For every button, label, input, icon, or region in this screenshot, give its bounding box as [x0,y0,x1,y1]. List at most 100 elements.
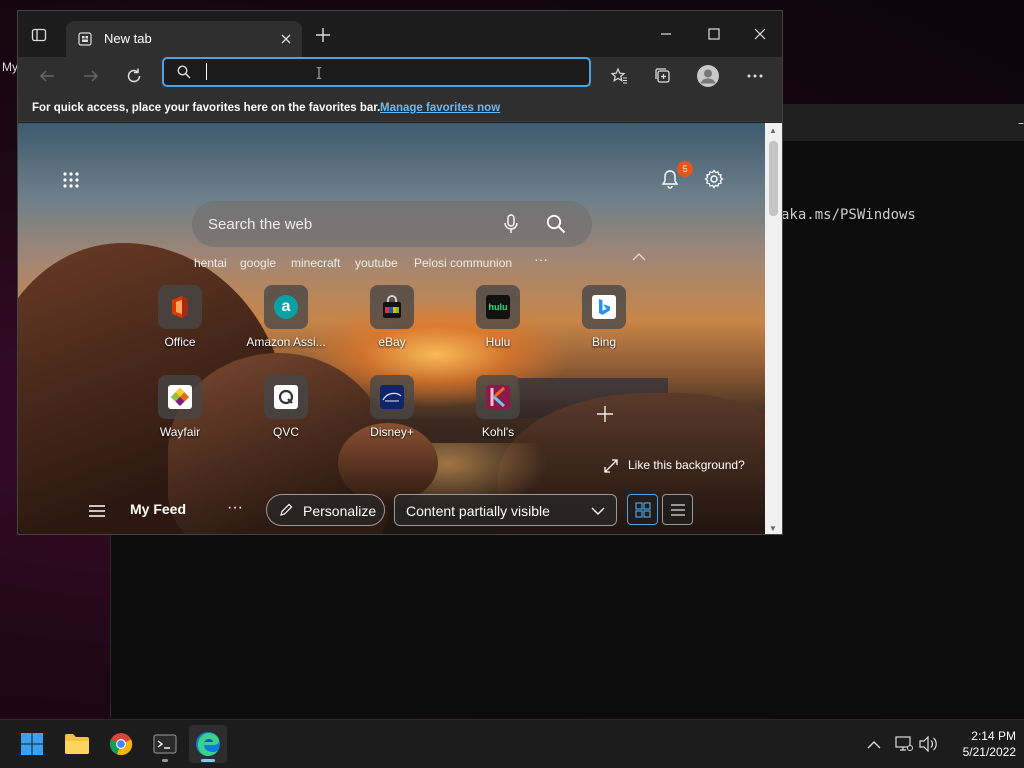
quick-link-kohls[interactable]: Kohl's [448,375,548,455]
expand-arrows-icon [604,459,618,473]
address-bar[interactable] [162,57,591,87]
web-search-box[interactable]: Search the web [192,201,592,247]
tile-label: QVC [272,425,299,439]
microphone-icon[interactable] [500,213,522,235]
app-launcher-icon[interactable] [60,169,82,191]
disney-plus-logo-icon [380,385,404,409]
refresh-icon[interactable] [121,63,147,89]
volume-icon[interactable] [919,735,937,753]
clock-date: 5/21/2022 [962,745,1016,759]
collections-icon[interactable] [650,63,676,89]
forward-icon[interactable] [78,63,104,89]
pencil-icon [279,503,293,517]
quick-link-bing[interactable]: Bing [554,285,654,365]
wayfair-logo-icon [168,385,192,409]
ebay-bag-icon [380,295,404,319]
like-background-text: Like this background? [628,458,745,472]
desktop-label[interactable]: My [2,60,18,74]
quick-link-ebay[interactable]: eBay [342,285,442,365]
network-icon[interactable] [895,735,913,753]
tab-title: New tab [104,31,152,46]
maximize-icon[interactable] [694,19,734,49]
quick-link-office[interactable]: Office [130,285,230,365]
tab-new-tab[interactable]: New tab [66,21,302,57]
feed-bar: My Feed ··· Personalize Content partiall… [18,491,765,534]
favorites-star-icon[interactable] [606,63,632,89]
grid-layout-icon[interactable] [627,494,658,525]
navigation-bar [18,57,782,95]
browser-window[interactable]: New tab For quick access, place your fav… [17,10,783,535]
trending-more-button[interactable]: ··· [534,251,548,267]
tile-label: Wayfair [159,425,201,439]
quick-link-disney-plus[interactable]: Disney+ [342,375,442,455]
new-tab-page-icon [76,30,94,48]
office-logo-icon [168,295,192,319]
personalize-label: Personalize [303,503,377,519]
list-layout-icon[interactable] [662,494,693,525]
trending-search-link[interactable]: hentai [194,256,227,270]
search-icon[interactable] [544,212,568,236]
personalize-button[interactable]: Personalize [266,494,385,526]
quick-link-amazon-assistant[interactable]: a Amazon Assi... [236,285,336,365]
chevron-down-icon [591,504,605,518]
bing-logo-icon [592,295,616,319]
my-feed-tab[interactable]: My Feed [130,501,186,517]
trending-search-link[interactable]: Pelosi communion [414,256,512,270]
tab-close-icon[interactable] [276,29,296,49]
scroll-down-arrow-icon[interactable]: ▼ [769,524,777,533]
tab-actions-icon[interactable] [28,24,50,46]
quick-link-qvc[interactable]: QVC [236,375,336,455]
back-icon[interactable] [34,63,60,89]
terminal-tab-edge[interactable]: – [1018,116,1024,130]
tile-label: Kohl's [481,425,515,439]
new-tab-button[interactable] [312,24,334,46]
page-settings-gear-icon[interactable] [702,167,726,191]
quick-link-wayfair[interactable]: Wayfair [130,375,230,455]
quick-link-hulu[interactable]: hulu Hulu [448,285,548,365]
new-tab-page: 5 Search the web hentai google minecraft… [18,123,765,534]
content-visibility-dropdown[interactable]: Content partially visible [394,494,617,526]
hulu-logo-icon: hulu [486,295,510,319]
taskbar: 2:14 PM 5/21/2022 [0,719,1024,768]
tile-label: Amazon Assi... [246,335,326,349]
trending-search-link[interactable]: youtube [355,256,398,270]
scrollbar-thumb[interactable] [769,141,778,216]
trending-search-link[interactable]: minecraft [291,256,340,270]
tile-label: Hulu [485,335,511,349]
search-icon [176,64,192,80]
scroll-up-arrow-icon[interactable]: ▲ [769,126,777,135]
profile-avatar-icon[interactable] [695,63,721,89]
web-search-placeholder: Search the web [208,216,313,233]
edge-icon[interactable] [189,725,227,763]
notification-badge: 5 [677,161,693,177]
favorites-bar-message: For quick access, place your favorites h… [32,102,381,114]
terminal-text: aka.ms/PSWindows [781,207,916,223]
title-bar[interactable]: New tab [18,11,782,57]
minimize-icon[interactable] [646,19,686,49]
start-windows-icon[interactable] [13,725,51,763]
tile-label: Office [164,335,196,349]
visibility-selected-value: Content partially visible [406,503,550,519]
manage-favorites-link[interactable]: Manage favorites now [380,102,500,114]
vertical-scrollbar[interactable]: ▲ ▼ [765,123,782,534]
address-input[interactable] [202,62,582,82]
clock-time: 2:14 PM [971,729,1016,743]
system-clock[interactable]: 2:14 PM 5/21/2022 [940,728,1016,760]
feed-more-button[interactable]: ··· [227,499,243,517]
trending-search-link[interactable]: google [240,256,276,270]
running-indicator [162,759,168,762]
show-hidden-icons-chevron-icon[interactable] [866,737,882,753]
add-quick-link-button[interactable] [594,403,616,425]
active-indicator [201,759,215,762]
file-explorer-icon[interactable] [58,725,96,763]
chevron-up-icon[interactable] [630,248,648,266]
text-caret [206,63,207,80]
hamburger-menu-icon[interactable] [88,503,106,519]
tile-label: Bing [591,335,617,349]
chrome-icon[interactable] [102,725,140,763]
terminal-icon[interactable] [146,725,184,763]
close-window-icon[interactable] [740,19,780,49]
settings-more-icon[interactable] [742,63,768,89]
favorites-bar: For quick access, place your favorites h… [18,95,782,122]
qvc-logo-icon [274,385,298,409]
